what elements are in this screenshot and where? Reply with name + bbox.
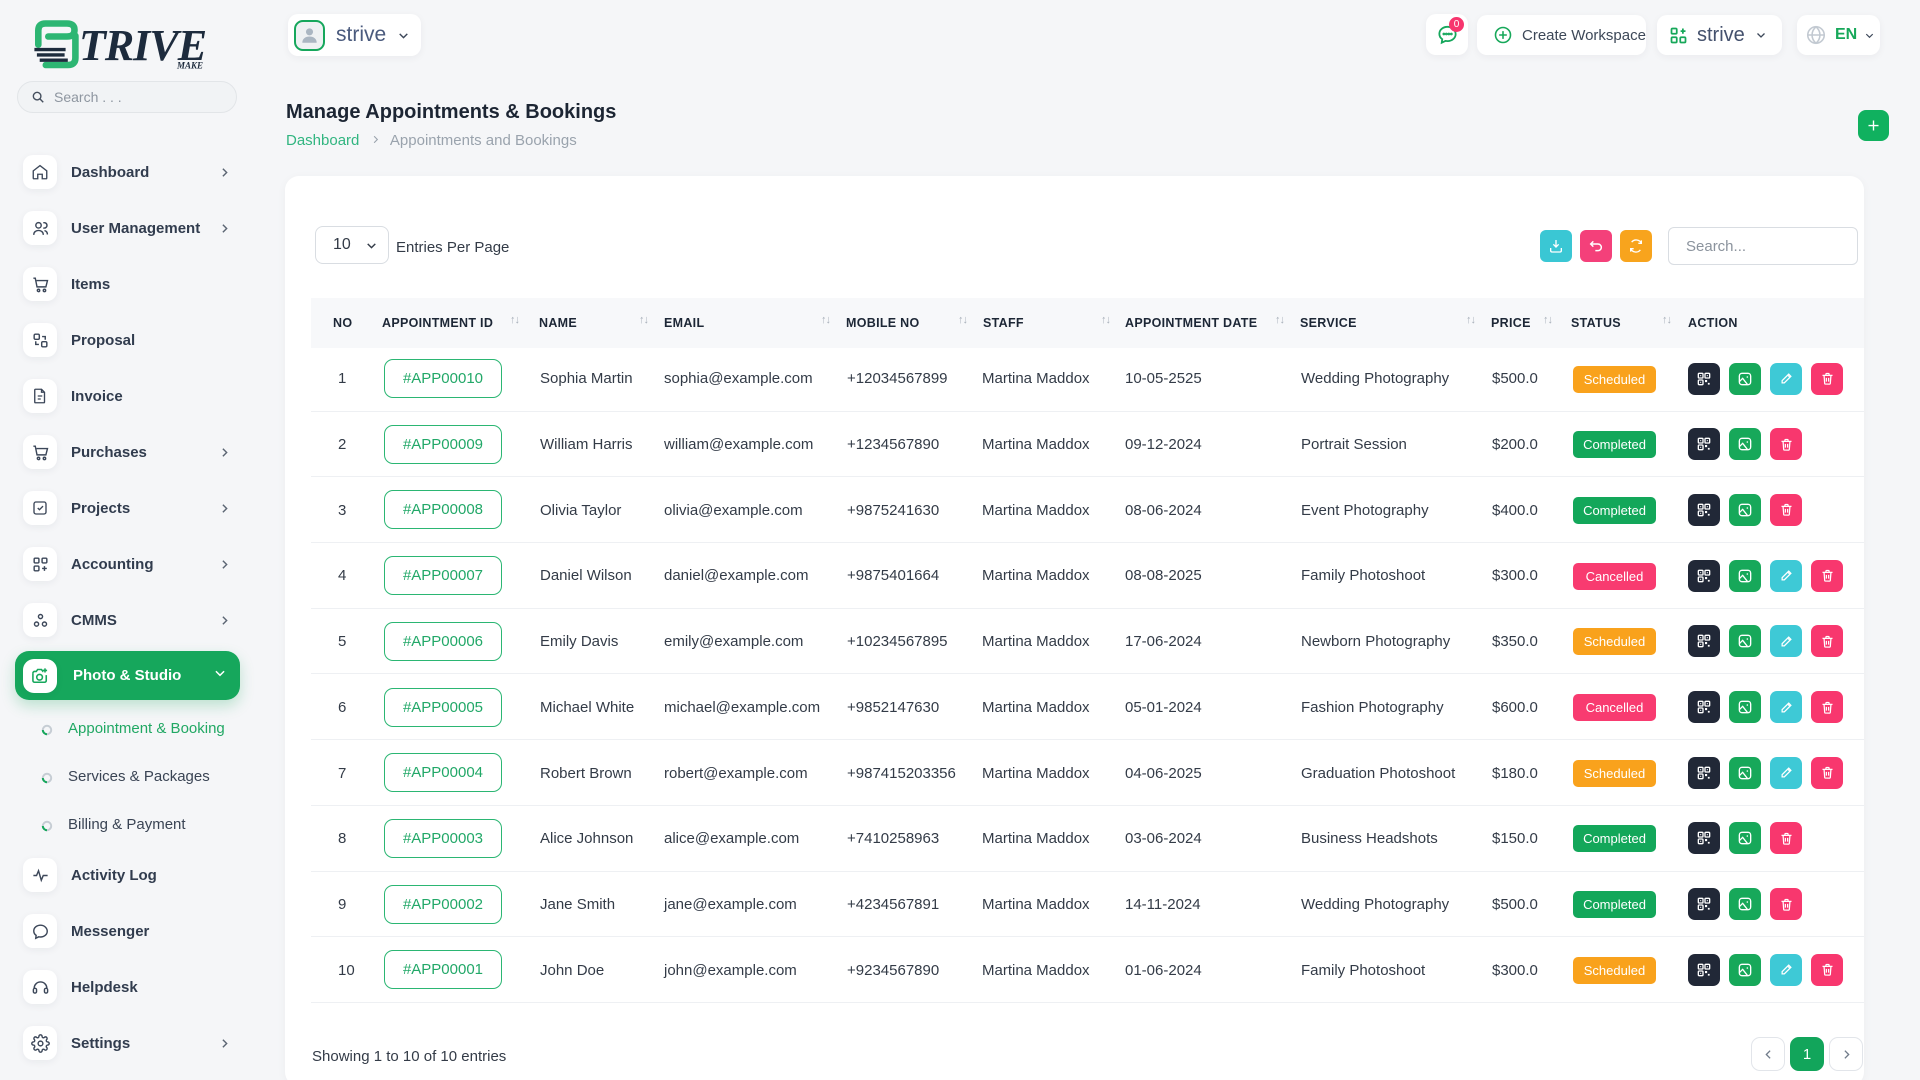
svg-text:MAKE: MAKE: [176, 61, 203, 71]
